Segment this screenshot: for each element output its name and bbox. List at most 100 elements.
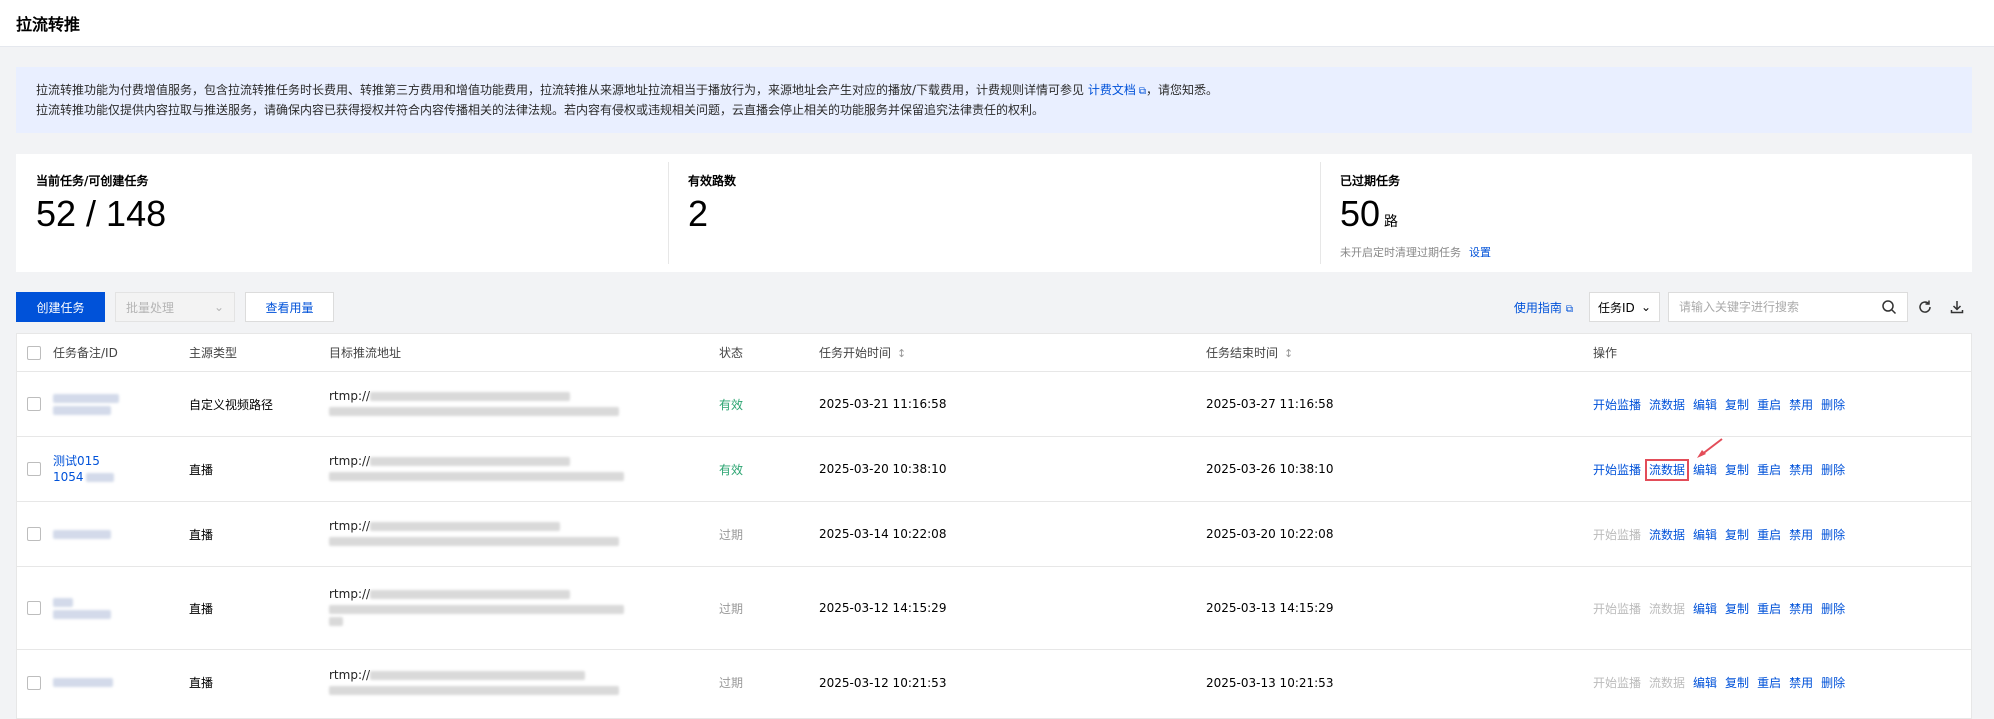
delete-button[interactable]: 删除 [1821, 528, 1845, 542]
start-monitor-button[interactable]: 开始监播 [1593, 463, 1641, 477]
header-start[interactable]: 任务开始时间 ↕ [807, 344, 1194, 361]
source-type: 直播 [189, 527, 214, 542]
create-task-button[interactable]: 创建任务 [16, 292, 105, 322]
row-checkbox[interactable] [27, 675, 41, 690]
copy-button[interactable]: 复制 [1725, 602, 1749, 616]
disable-button[interactable]: 禁用 [1789, 528, 1813, 542]
edit-button[interactable]: 编辑 [1693, 528, 1717, 542]
stats-panel: 当前任务/可创建任务 52 / 148 有效路数 2 已过期任务 50 路 未开启… [16, 154, 1972, 272]
chevron-down-icon: ⌄ [213, 300, 224, 314]
disable-button[interactable]: 禁用 [1789, 676, 1813, 690]
end-time: 2025-03-26 10:38:10 [1206, 462, 1334, 476]
delete-button[interactable]: 删除 [1821, 463, 1845, 477]
search-box [1668, 292, 1908, 322]
push-url: rtmp:// [317, 519, 707, 549]
status-badge: 过期 [719, 676, 744, 690]
task-id[interactable] [41, 527, 177, 542]
header-type: 主源类型 [189, 346, 238, 360]
status-badge: 过期 [719, 527, 744, 542]
row-checkbox[interactable] [27, 397, 41, 411]
edit-button[interactable]: 编辑 [1693, 676, 1717, 690]
copy-button[interactable]: 复制 [1725, 528, 1749, 542]
task-id[interactable] [41, 391, 177, 418]
source-type: 直播 [189, 462, 214, 477]
settings-link[interactable]: 设置 [1469, 246, 1491, 259]
billing-doc-link[interactable]: 计费文档 [1088, 83, 1136, 97]
stat-valid-streams: 有效路数 2 [668, 154, 1320, 272]
start-monitor-button: 开始监播 [1593, 527, 1642, 542]
push-url: rtmp:// [317, 587, 707, 629]
stream-data-button: 流数据 [1649, 676, 1686, 690]
header-end[interactable]: 任务结束时间 ↕ [1194, 344, 1581, 361]
refresh-icon[interactable] [1910, 292, 1940, 322]
copy-button[interactable]: 复制 [1725, 463, 1749, 477]
view-usage-button[interactable]: 查看用量 [245, 292, 334, 322]
edit-button[interactable]: 编辑 [1693, 463, 1717, 477]
stat-current-tasks: 当前任务/可创建任务 52 / 148 [16, 154, 668, 272]
copy-button[interactable]: 复制 [1725, 676, 1749, 690]
sort-icon[interactable]: ↕ [1284, 347, 1293, 360]
start-time: 2025-03-12 10:21:53 [819, 675, 947, 690]
search-icon[interactable] [1881, 299, 1897, 315]
start-time: 2025-03-12 14:15:29 [819, 601, 947, 615]
stream-data-button[interactable]: 流数据 [1645, 458, 1690, 481]
edit-button[interactable]: 编辑 [1693, 398, 1717, 412]
restart-button[interactable]: 重启 [1757, 463, 1781, 477]
toolbar-right: 使用指南 ⧉ 任务ID ⌄ [1514, 292, 1972, 322]
row-actions: 开始监播 流数据 编辑 复制 重启 禁用 删除 [1581, 600, 1971, 617]
task-table: 任务备注/ID 主源类型 目标推流地址 状态 任务开始时间 ↕ 任务结束时间 ↕ 操… [16, 333, 1972, 719]
search-input[interactable] [1679, 300, 1881, 314]
task-id[interactable] [41, 675, 177, 690]
push-url: rtmp:// [317, 389, 707, 419]
source-type: 直播 [189, 601, 214, 616]
start-monitor-button: 开始监播 [1593, 676, 1642, 690]
restart-button[interactable]: 重启 [1757, 398, 1781, 412]
delete-button[interactable]: 删除 [1821, 676, 1845, 690]
header-url: 目标推流地址 [329, 346, 402, 360]
task-id[interactable]: 测试015 1054 [41, 453, 177, 485]
stream-data-button[interactable]: 流数据 [1649, 398, 1685, 412]
download-icon[interactable] [1942, 292, 1972, 322]
delete-button[interactable]: 删除 [1821, 602, 1845, 616]
restart-button[interactable]: 重启 [1757, 528, 1781, 542]
start-monitor-button: 开始监播 [1593, 601, 1642, 616]
task-id-select[interactable]: 任务ID ⌄ [1589, 292, 1660, 322]
external-link-icon: ⧉ [1565, 303, 1573, 315]
disable-button[interactable]: 禁用 [1789, 463, 1813, 477]
header-id: 任务备注/ID [53, 346, 118, 360]
stat-unit: 路 [1384, 213, 1399, 229]
row-checkbox[interactable] [27, 462, 41, 476]
start-monitor-button[interactable]: 开始监播 [1593, 398, 1641, 412]
end-time: 2025-03-13 10:21:53 [1206, 675, 1334, 690]
task-id[interactable] [41, 595, 177, 622]
table-row: 直播 rtmp:// 过期 2025-03-12 10:21:53 2025-0… [17, 650, 1971, 715]
push-url: rtmp:// [317, 454, 707, 484]
stream-data-button: 流数据 [1649, 601, 1686, 616]
end-time: 2025-03-27 11:16:58 [1206, 397, 1334, 411]
row-actions: 开始监播 流数据 编辑 复制 重启 禁用 删除 [1581, 674, 1971, 691]
row-checkbox[interactable] [27, 527, 41, 541]
external-link-icon: ⧉ [1138, 86, 1147, 97]
table-row: 自定义视频路径 rtmp:// 有效 2025-03-21 11:16:58 2… [17, 372, 1971, 437]
edit-button[interactable]: 编辑 [1693, 602, 1717, 616]
usage-guide-link[interactable]: 使用指南 ⧉ [1514, 299, 1573, 316]
delete-button[interactable]: 删除 [1821, 398, 1845, 412]
table-row: 直播 rtmp:// 过期 2025-03-14 10:22:08 2025-0… [17, 502, 1971, 567]
end-time: 2025-03-13 14:15:29 [1206, 601, 1334, 615]
row-checkbox[interactable] [27, 601, 41, 615]
disable-button[interactable]: 禁用 [1789, 602, 1813, 616]
row-actions: 开始监播 流数据 编辑 复制 重启 禁用 删除 [1581, 437, 1971, 481]
stat-label: 当前任务/可创建任务 [36, 174, 149, 188]
disable-button[interactable]: 禁用 [1789, 398, 1813, 412]
restart-button[interactable]: 重启 [1757, 602, 1781, 616]
notice-line-1: 拉流转推功能为付费增值服务，包含拉流转推任务时长费用、转推第三方费用和增值功能费… [36, 83, 1219, 97]
notice-banner: 拉流转推功能为付费增值服务，包含拉流转推任务时长费用、转推第三方费用和增值功能费… [16, 67, 1972, 133]
sort-icon[interactable]: ↕ [897, 347, 906, 360]
copy-button[interactable]: 复制 [1725, 398, 1749, 412]
select-all-checkbox[interactable] [27, 345, 41, 360]
source-type: 自定义视频路径 [189, 397, 274, 412]
restart-button[interactable]: 重启 [1757, 676, 1781, 690]
table-header: 任务备注/ID 主源类型 目标推流地址 状态 任务开始时间 ↕ 任务结束时间 ↕ 操… [17, 334, 1971, 372]
top-bar: 拉流转推 [0, 0, 1994, 47]
stream-data-button[interactable]: 流数据 [1649, 528, 1685, 542]
